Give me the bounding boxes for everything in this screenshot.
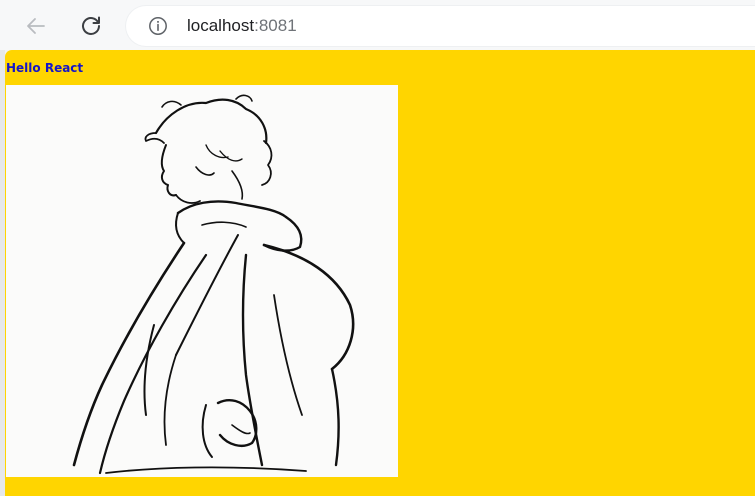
page-viewport: Hello React (5, 50, 755, 496)
address-bar[interactable]: localhost:8081 (126, 6, 755, 46)
reload-button[interactable] (74, 9, 108, 43)
site-info-button[interactable] (148, 16, 168, 36)
info-icon (149, 17, 167, 35)
url-text[interactable]: localhost:8081 (187, 15, 297, 37)
url-port: :8081 (254, 16, 297, 35)
browser-toolbar: localhost:8081 (0, 0, 755, 50)
illustration-image (6, 85, 398, 477)
url-host: localhost (187, 16, 255, 35)
page-heading: Hello React (6, 61, 84, 75)
back-arrow-icon (27, 18, 45, 34)
line-art-person-illustration (72, 94, 355, 475)
reload-icon (82, 16, 100, 35)
back-button[interactable] (19, 9, 53, 43)
browser-window: localhost:8081 Hello React (0, 0, 755, 496)
